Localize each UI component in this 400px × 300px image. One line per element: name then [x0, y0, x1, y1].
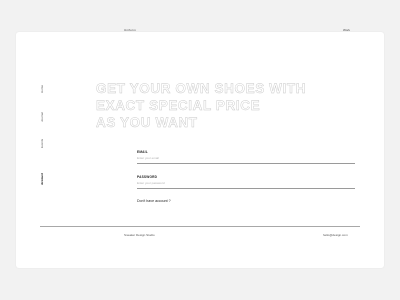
hero-line-2: EXACT SPECIAL PRICE — [96, 98, 261, 113]
side-nav-item-home[interactable]: Home — [40, 85, 44, 93]
brand-logo[interactable]: Uniform — [124, 28, 136, 32]
footer-left-text: Sneaker Design Studio — [124, 233, 155, 237]
hero-line-3: AS YOU WANT — [96, 115, 198, 130]
side-nav-item-journal[interactable]: Journal — [40, 112, 44, 122]
hero-line-1: GET YOUR OWN SHOES WITH — [96, 81, 307, 96]
password-input[interactable] — [137, 181, 355, 189]
footer-divider — [40, 226, 360, 227]
email-input[interactable] — [137, 156, 355, 164]
menu-link[interactable]: Work — [343, 28, 350, 32]
hero-headline: GET YOUR OWN SHOES WITH EXACT SPECIAL PR… — [96, 80, 306, 131]
email-field-group: EMAIL — [137, 150, 355, 164]
footer-email-link[interactable]: hello@design.com — [323, 233, 348, 237]
password-field-group: PASSWORD — [137, 175, 355, 189]
password-label: PASSWORD — [137, 175, 158, 179]
signup-link[interactable]: Don't have account ? — [137, 199, 171, 203]
email-label: EMAIL — [137, 150, 148, 154]
side-nav-item-account[interactable]: Account — [40, 173, 44, 185]
side-nav-item-events[interactable]: Events — [40, 139, 44, 148]
side-nav: Home Journal Events Account — [40, 50, 48, 240]
